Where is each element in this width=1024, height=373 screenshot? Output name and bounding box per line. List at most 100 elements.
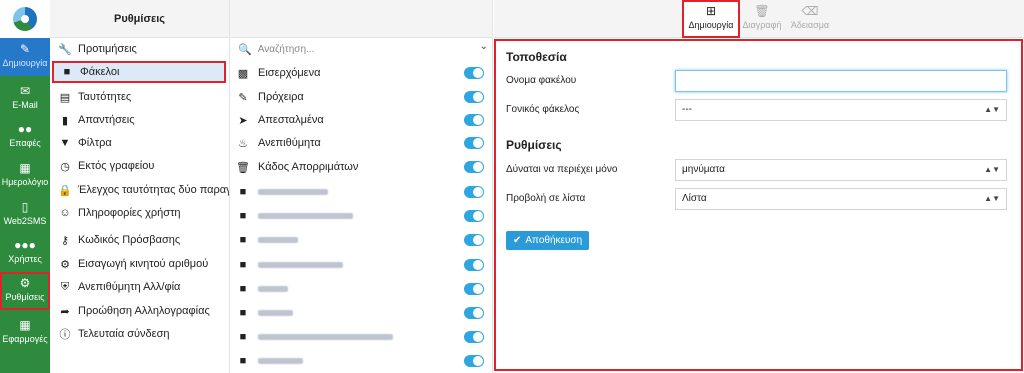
redacted-folder-name (258, 334, 393, 340)
delete-folder-button[interactable]: 🗑 Διαγραφή (738, 2, 786, 36)
list-view-select[interactable]: Λίστα ▲▼ (675, 188, 1007, 210)
settings-item-folders[interactable]: ■ Φάκελοι (52, 61, 226, 83)
settings-item-preferences[interactable]: 🔧 Προτιμήσεις (50, 38, 229, 60)
folder-search[interactable]: 🔍 Αναζήτηση... ⌄ (238, 40, 488, 58)
settings-item-mobile-number[interactable]: ⚙ Εισαγωγή κινητού αριθμού (50, 253, 229, 275)
nav-contacts[interactable]: ●● Επαφές (0, 118, 50, 156)
subscribe-toggle[interactable] (464, 161, 484, 173)
folder-name-input[interactable] (675, 70, 1007, 92)
select-arrows-icon: ▲▼ (984, 105, 1000, 114)
folder-icon: ■ (239, 210, 247, 222)
paper-plane-icon: ➤ (238, 114, 248, 127)
subscribe-toggle[interactable] (464, 186, 484, 198)
eraser-icon: ⌫ (801, 4, 819, 18)
parent-folder-select[interactable]: --- ▲▼ (675, 99, 1007, 121)
settings-section-title: Ρυθμίσεις (506, 138, 562, 152)
folder-row-junk[interactable]: ♨ Ανεπιθύμητα (230, 131, 492, 155)
folder-row-redacted[interactable]: ■ (230, 301, 492, 325)
subscribe-toggle[interactable] (464, 137, 484, 149)
settings-item-two-factor[interactable]: 🔒Έλεγχος ταυτότητας δύο παραγόντων (50, 179, 229, 201)
select-arrows-icon: ▲▼ (984, 165, 1000, 174)
subscribe-toggle[interactable] (464, 210, 484, 222)
flame-icon: ♨ (238, 137, 248, 150)
redacted-folder-name (258, 310, 293, 316)
save-button[interactable]: ✔ Αποθήκευση (506, 231, 590, 250)
folder-row-sent[interactable]: ➤ Απεσταλμένα (230, 108, 492, 132)
settings-item-user-info[interactable]: ☺ Πληροφορίες χρήστη (50, 202, 229, 224)
subscribe-toggle[interactable] (464, 234, 484, 246)
subscribe-toggle[interactable] (464, 307, 484, 319)
folder-row-redacted[interactable]: ■ (230, 180, 492, 204)
subscribe-toggle[interactable] (464, 91, 484, 103)
contacts-icon: ●● (17, 122, 33, 136)
nav-calendar[interactable]: ▦ Ημερολόγιο (0, 157, 50, 195)
shield-icon: ⛨ (60, 280, 70, 293)
nav-create[interactable]: ✎ Δημιουργία (0, 38, 50, 76)
checkmark-icon: ✔ (513, 235, 522, 246)
nav-users[interactable]: ●●● Χρήστες (0, 234, 50, 272)
search-icon: 🔍 (238, 43, 252, 56)
chevron-down-icon[interactable]: ⌄ (480, 41, 488, 52)
folder-row-redacted[interactable]: ■ (230, 253, 492, 277)
folder-row-redacted[interactable]: ■ (230, 204, 492, 228)
folder-row-drafts[interactable]: ✎ Πρόχειρα (230, 85, 492, 109)
settings-item-identities[interactable]: ▤ Ταυτότητες (50, 86, 229, 108)
folder-icon: ■ (239, 186, 247, 198)
subscribe-toggle[interactable] (464, 331, 484, 343)
folder-icon: ■ (239, 283, 247, 295)
folder-row-trash[interactable]: 🗑 Κάδος Απορριμάτων (230, 155, 492, 179)
settings-panel: Ρυθμίσεις 🔧 Προτιμήσεις ■ Φάκελοι ▤ Ταυτότη… (50, 0, 230, 373)
settings-item-spam[interactable]: ⛨ Ανεπιθύμητη Αλλ/φία (50, 276, 229, 298)
nav-apps[interactable]: ▦ Εφαρμογές (0, 314, 50, 352)
subscribe-toggle[interactable] (464, 355, 484, 367)
empty-folder-button[interactable]: ⌫ Άδειασμα (788, 2, 832, 36)
folder-icon: ■ (239, 259, 247, 271)
redacted-folder-name (258, 262, 343, 268)
folder-icon: ■ (239, 234, 247, 246)
settings-item-password[interactable]: ⚷ Κωδικός Πρόσβασης (50, 229, 229, 251)
users-icon: ●●● (14, 238, 36, 252)
subscribe-toggle[interactable] (464, 259, 484, 271)
forward-arrow-icon: ➦ (60, 305, 70, 318)
nav-web2sms[interactable]: ▯ Web2SMS (0, 196, 50, 234)
bookmark-icon: ▮ (61, 114, 69, 127)
search-input[interactable]: Αναζήτηση... (258, 44, 315, 55)
location-section-title: Τοποθεσία (506, 50, 567, 64)
folder-icon: ■ (239, 307, 247, 319)
folder-row-redacted[interactable]: ■ (230, 349, 492, 373)
nav-email[interactable]: ✉ E-Mail (0, 80, 50, 118)
folder-toolbar: ⊞ Δημιουργία 🗑 Διαγραφή ⌫ Άδειασμα (494, 0, 1024, 38)
lock-icon: 🔒 (58, 184, 72, 197)
subscribe-toggle[interactable] (464, 283, 484, 295)
folder-icon: ■ (239, 355, 247, 367)
parent-folder-label: Γονικός φάκελος (506, 104, 580, 115)
nav-settings[interactable]: ⚙ Ρυθμίσεις (0, 272, 50, 310)
settings-title: Ρυθμίσεις (50, 0, 229, 38)
folder-name-label: Ονομα φακέλου (506, 75, 577, 86)
contains-only-select[interactable]: μηνύματα ▲▼ (675, 159, 1007, 181)
folder-row-inbox[interactable]: ▩ Εισερχόμενα (230, 61, 492, 85)
folder-row-redacted[interactable]: ■ (230, 228, 492, 252)
filter-icon: ▼ (59, 137, 71, 149)
folder-row-redacted[interactable]: ■ (230, 277, 492, 301)
settings-item-out-of-office[interactable]: ◷ Εκτός γραφείου (50, 155, 229, 177)
contains-only-label: Δύναται να περιέχει μόνο (506, 164, 618, 175)
folder-icon: ■ (239, 331, 247, 343)
settings-item-filters[interactable]: ▼ Φίλτρα (50, 132, 229, 154)
subscribe-toggle[interactable] (464, 114, 484, 126)
subscribe-toggle[interactable] (464, 67, 484, 79)
redacted-folder-name (258, 189, 328, 195)
trash-icon: 🗑 (754, 4, 770, 18)
settings-item-forwarding[interactable]: ➦ Προώθηση Αλληλογραφίας (50, 300, 229, 322)
folder-row-redacted[interactable]: ■ (230, 325, 492, 349)
app-logo (0, 0, 50, 38)
create-folder-button[interactable]: ⊞ Δημιουργία (682, 0, 740, 38)
folder-list-panel: 🔍 Αναζήτηση... ⌄ ▩ Εισερχόμενα ✎ Πρόχειρα … (230, 0, 493, 373)
folder-icon: ■ (63, 66, 71, 78)
user-circle-icon: ☺ (59, 207, 71, 219)
wrench-icon: 🔧 (58, 43, 72, 56)
settings-item-last-login[interactable]: ⓘ Τελευταία σύνδεση (50, 323, 229, 345)
gear-icon: ⚙ (19, 276, 31, 290)
redacted-folder-name (258, 286, 288, 292)
settings-item-responses[interactable]: ▮ Απαντήσεις (50, 109, 229, 131)
